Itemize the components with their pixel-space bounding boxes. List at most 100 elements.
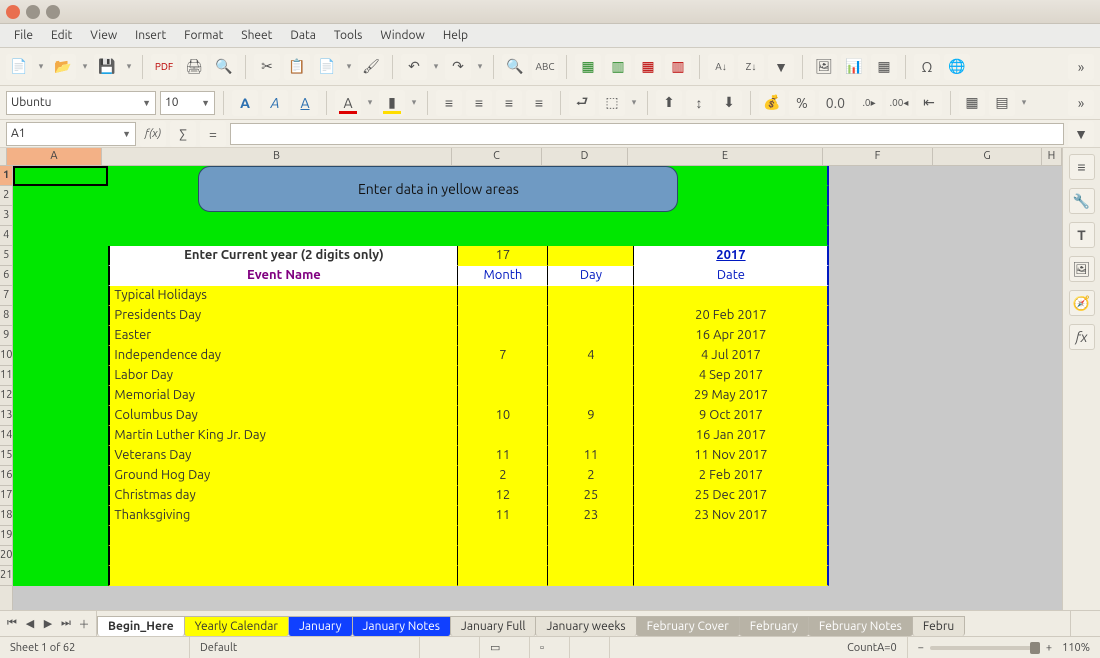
cell-H8[interactable] (1048, 306, 1062, 326)
cell-G1[interactable] (939, 166, 1048, 186)
add-decimal-icon[interactable]: .0▸ (856, 90, 882, 116)
cell-A12[interactable] (13, 386, 108, 406)
find-icon[interactable]: 🔍 (502, 54, 528, 80)
align-justify-icon[interactable]: ≡ (526, 90, 552, 116)
cell-F10[interactable] (829, 346, 939, 366)
row-header-14[interactable]: 14 (0, 426, 12, 446)
image-icon[interactable]: 🖼 (811, 54, 837, 80)
row-header-6[interactable]: 6 (0, 266, 12, 286)
cell-F17[interactable] (829, 486, 939, 506)
cell-F8[interactable] (829, 306, 939, 326)
event-day[interactable]: 11 (548, 446, 634, 466)
event-day[interactable]: 4 (548, 346, 634, 366)
italic-icon[interactable]: A (262, 90, 288, 116)
cell-A8[interactable] (13, 306, 108, 326)
row-header-10[interactable]: 10 (0, 346, 12, 366)
indent-dec-icon[interactable]: ⇤ (916, 90, 942, 116)
event-month[interactable]: 11 (458, 446, 548, 466)
function-wizard-icon[interactable]: f(x) (140, 121, 166, 147)
cell-C19[interactable] (458, 526, 548, 546)
gallery-icon[interactable]: 🖼 (1069, 256, 1095, 282)
export-pdf-icon[interactable]: PDF (151, 54, 177, 80)
align-right-icon[interactable]: ≡ (496, 90, 522, 116)
autofilter-icon[interactable]: ▼ (768, 54, 794, 80)
event-date[interactable]: 2 Feb 2017 (634, 466, 829, 486)
zoom-in-icon[interactable]: + (1046, 642, 1052, 654)
cell-D19[interactable] (548, 526, 634, 546)
event-date[interactable]: 20 Feb 2017 (634, 306, 829, 326)
row-header-18[interactable]: 18 (0, 506, 12, 526)
cell-A11[interactable] (13, 366, 108, 386)
event-date[interactable]: 4 Sep 2017 (634, 366, 829, 386)
clone-format-icon[interactable]: 🖌 (358, 54, 384, 80)
event-day[interactable] (548, 386, 634, 406)
event-day[interactable] (548, 366, 634, 386)
special-char-icon[interactable]: Ω (914, 54, 940, 80)
cell-H13[interactable] (1048, 406, 1062, 426)
cell-G10[interactable] (939, 346, 1048, 366)
cell-A18[interactable] (13, 506, 108, 526)
window-maximize-icon[interactable] (46, 5, 60, 19)
bold-icon[interactable]: A (232, 90, 258, 116)
event-day[interactable] (548, 306, 634, 326)
event-date[interactable]: 9 Oct 2017 (634, 406, 829, 426)
row-header-16[interactable]: 16 (0, 466, 12, 486)
cell-A16[interactable] (13, 466, 108, 486)
event-name[interactable]: Independence day (108, 346, 458, 366)
col-header-G[interactable]: G (933, 148, 1042, 165)
undo-icon[interactable]: ↶ (401, 54, 427, 80)
row-header-20[interactable]: 20 (0, 546, 12, 566)
cell-G13[interactable] (939, 406, 1048, 426)
event-name[interactable]: Veterans Day (108, 446, 458, 466)
row-header-11[interactable]: 11 (0, 366, 12, 386)
cell-A7[interactable] (13, 286, 108, 306)
cell-A17[interactable] (13, 486, 108, 506)
event-month[interactable]: 7 (458, 346, 548, 366)
cell-F7[interactable] (829, 286, 939, 306)
event-date[interactable]: 4 Jul 2017 (634, 346, 829, 366)
spellcheck-icon[interactable]: ABC (532, 54, 558, 80)
new-doc-icon[interactable]: 📄 (6, 54, 32, 80)
cell-H16[interactable] (1048, 466, 1062, 486)
event-day[interactable]: 2 (548, 466, 634, 486)
cell-F5[interactable] (829, 246, 939, 266)
cell-A21[interactable] (13, 566, 108, 586)
print-icon[interactable]: 🖨 (181, 54, 207, 80)
row-header-3[interactable]: 3 (0, 206, 12, 226)
header-month[interactable]: Month (458, 266, 548, 286)
header-date[interactable]: Date (634, 266, 829, 286)
cell-A4[interactable] (13, 226, 108, 246)
cell-F4[interactable] (829, 226, 939, 246)
cell-H5[interactable] (1048, 246, 1062, 266)
cell-F19[interactable] (829, 526, 939, 546)
cell-A6[interactable] (13, 266, 108, 286)
cell-H3[interactable] (1048, 206, 1062, 226)
tab-next-icon[interactable]: ▶ (40, 616, 56, 632)
col-delete-icon[interactable]: ▥ (665, 54, 691, 80)
row-header-4[interactable]: 4 (0, 226, 12, 246)
font-name-combo[interactable]: Ubuntu ▼ (6, 91, 156, 115)
cell-F1[interactable] (829, 166, 939, 186)
cell-C20[interactable] (458, 546, 548, 566)
event-name[interactable]: Martin Luther King Jr. Day (108, 426, 458, 446)
event-day[interactable] (548, 426, 634, 446)
remove-decimal-icon[interactable]: .00◂ (886, 90, 912, 116)
cell-D5[interactable] (548, 246, 634, 266)
event-name[interactable]: Typical Holidays (108, 286, 458, 306)
col-header-D[interactable]: D (542, 148, 628, 165)
row-header-7[interactable]: 7 (0, 286, 12, 306)
cell-H14[interactable] (1048, 426, 1062, 446)
hyperlink-icon[interactable]: 🌐 (944, 54, 970, 80)
cell-F11[interactable] (829, 366, 939, 386)
row-header-2[interactable]: 2 (0, 186, 12, 206)
align-center-icon[interactable]: ≡ (466, 90, 492, 116)
cell-G7[interactable] (939, 286, 1048, 306)
percent-icon[interactable]: % (789, 90, 815, 116)
row-header-17[interactable]: 17 (0, 486, 12, 506)
cell-G18[interactable] (939, 506, 1048, 526)
menu-format[interactable]: Format (176, 27, 231, 44)
event-day[interactable] (548, 326, 634, 346)
menu-help[interactable]: Help (435, 27, 476, 44)
menu-data[interactable]: Data (282, 27, 324, 44)
cell-D21[interactable] (548, 566, 634, 586)
